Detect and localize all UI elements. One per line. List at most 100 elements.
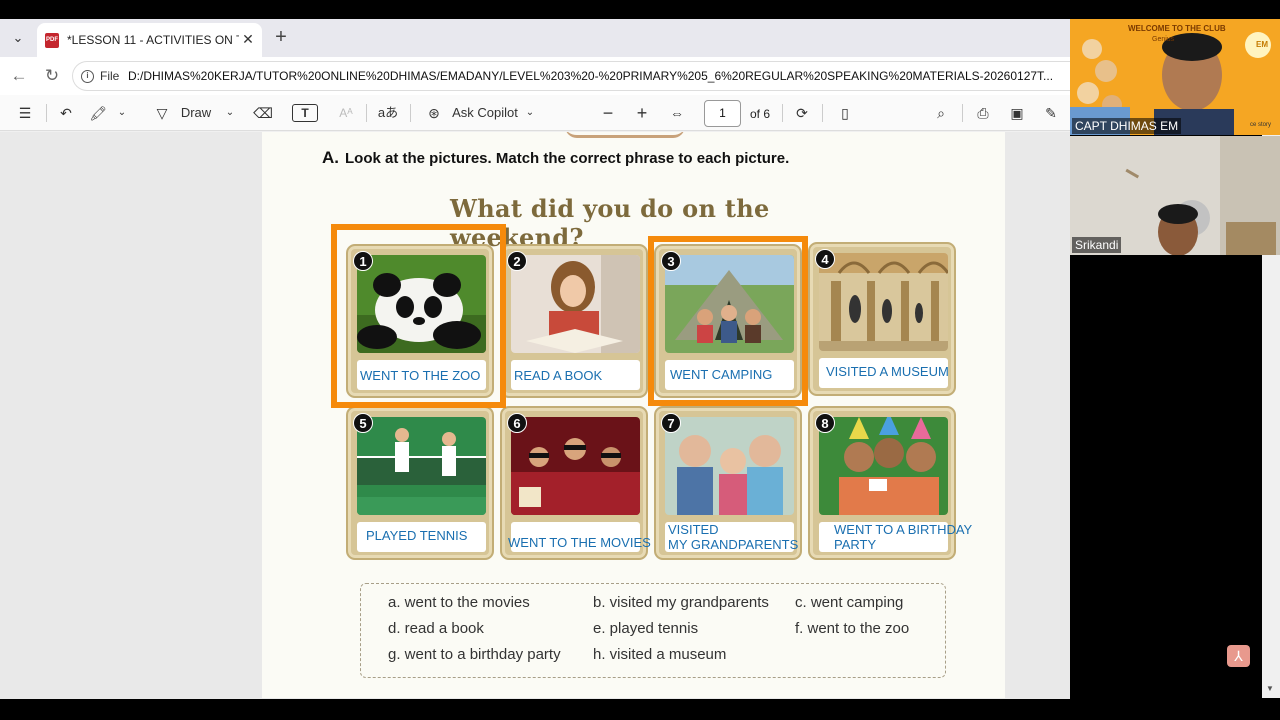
info-icon[interactable]: i — [81, 70, 94, 83]
tab-pdf[interactable]: PDF *LESSON 11 - ACTIVITIES ON THE ✕ — [37, 23, 262, 57]
divider — [46, 104, 47, 122]
instruction: A. Look at the pictures. Match the correc… — [322, 148, 789, 168]
tennis-photo — [357, 417, 486, 515]
scroll-down-arrow-icon[interactable]: ▼ — [1266, 684, 1274, 693]
url-field[interactable]: i File D:/DHIMAS%20KERJA/TUTOR%20ONLINE%… — [72, 61, 1070, 91]
banner-corner-text: ce story — [1250, 122, 1272, 128]
card-label: WENT TO A BIRTHDAY PARTY — [834, 522, 972, 552]
option-a: a. went to the movies — [388, 594, 530, 611]
picture-card-4: 4 VISITED A MUSEUM — [808, 242, 956, 396]
card-label: PLAYED TENNIS — [366, 528, 468, 543]
picture-card-7: 7 VISITED MY GRANDPARENTS — [654, 406, 802, 560]
banner-logo: EM — [1256, 40, 1268, 49]
screen: ⌄ PDF *LESSON 11 - ACTIVITIES ON THE ✕ +… — [0, 0, 1280, 720]
card-label: READ A BOOK — [514, 368, 603, 383]
highlight-dropdown-icon[interactable]: ⌄ — [114, 103, 130, 123]
option-d: d. read a book — [388, 620, 484, 637]
picture-card-2: 2 READ A BOOK — [500, 244, 648, 398]
fit-page-icon[interactable]: ⇔ — [666, 103, 688, 123]
card-number: 6 — [507, 413, 527, 433]
grandparents-photo — [665, 417, 794, 515]
highlight-box-card-1[interactable] — [331, 224, 506, 408]
card-label-line1: WENT TO A BIRTHDAY — [834, 522, 973, 537]
banner-subtext: Genius — [1152, 36, 1175, 43]
picture-card-6: 6 WENT TO THE MOVIES — [500, 406, 651, 560]
card-number: 7 — [661, 413, 681, 433]
copilot-icon[interactable]: ⊛ — [422, 103, 446, 123]
option-h: h. visited a museum — [593, 646, 727, 663]
banner-text: WELCOME TO THE CLUB — [1128, 24, 1226, 33]
tab-list-chevron-icon[interactable]: ⌄ — [8, 28, 28, 48]
ask-copilot-label[interactable]: Ask Copilot — [449, 103, 521, 123]
picture-card-5: 5 PLAYED TENNIS — [346, 406, 494, 560]
save-as-icon[interactable]: ✎ — [1040, 103, 1062, 123]
video-tile-student: Srikandi — [1070, 136, 1280, 255]
copilot-dropdown-icon[interactable]: ⌄ — [522, 103, 538, 123]
option-f: f. went to the zoo — [795, 620, 910, 637]
zoom-in-icon[interactable]: + — [632, 103, 652, 123]
new-tab-icon[interactable]: + — [271, 27, 291, 47]
divider — [410, 104, 411, 122]
highlight-pen-icon[interactable]: 🖍 — [88, 103, 108, 123]
tab-title: *LESSON 11 - ACTIVITIES ON THE — [67, 33, 239, 47]
address-bar: ← ↻ i File D:/DHIMAS%20KERJA/TUTOR%20ONL… — [0, 57, 1070, 95]
card-number: 5 — [353, 413, 373, 433]
divider — [822, 104, 823, 122]
url-text: D:/DHIMAS%20KERJA/TUTOR%20ONLINE%20DHIMA… — [128, 69, 1054, 83]
draw-icon[interactable]: ▽ — [150, 103, 174, 123]
acrobat-icon[interactable]: ⅄ — [1227, 645, 1250, 667]
card-number: 4 — [815, 249, 835, 269]
save-icon[interactable]: ▣ — [1006, 103, 1028, 123]
divider — [782, 104, 783, 122]
rotate-icon[interactable]: ⟳ — [792, 103, 812, 123]
card-label-line2: MY GRANDPARENTS — [668, 537, 799, 552]
zoom-out-icon[interactable]: − — [598, 103, 618, 123]
instruction-letter: A. — [322, 148, 339, 167]
tab-strip: ⌄ PDF *LESSON 11 - ACTIVITIES ON THE ✕ + — [0, 19, 1070, 57]
search-icon[interactable]: ⌕ — [930, 103, 952, 123]
movie-theater-photo — [511, 417, 640, 515]
read-aloud-icon[interactable]: aあ — [376, 103, 400, 123]
museum-photo — [819, 253, 948, 351]
option-b: b. visited my grandparents — [593, 594, 769, 611]
card-label: VISITED A MUSEUM — [826, 364, 949, 379]
instruction-text: Look at the pictures. Match the correct … — [345, 150, 790, 167]
answer-options: a. went to the movies b. visited my gran… — [360, 583, 946, 678]
participant-name: Srikandi — [1072, 237, 1122, 253]
text-format-icon: Aᴬ — [339, 106, 353, 120]
draw-label[interactable]: Draw — [178, 103, 214, 123]
option-g: g. went to a birthday party — [388, 646, 561, 663]
close-tab-icon[interactable]: ✕ — [240, 30, 256, 48]
divider — [962, 104, 963, 122]
eraser-icon[interactable]: ⌫ — [252, 103, 274, 123]
draw-dropdown-icon[interactable]: ⌄ — [222, 103, 238, 123]
page-view-icon[interactable]: ▯ — [834, 103, 856, 123]
scheme-label: File — [100, 69, 120, 83]
card-label-line2: PARTY — [834, 537, 877, 552]
text-tool-icon[interactable]: T — [292, 104, 318, 122]
pdf-file-icon: PDF — [45, 33, 59, 48]
picture-card-8: 8 WENT TO A BIRTHDAY PARTY — [808, 406, 972, 560]
option-c: c. went camping — [795, 594, 904, 611]
video-tile-host: WELCOME TO THE CLUB Genius EM ce story C… — [1070, 19, 1280, 135]
card-label-line1: VISITED — [668, 522, 719, 537]
birthday-party-photo — [819, 417, 948, 515]
pdf-toolbar: ☰ ↶ 🖍 ⌄ ▽ Draw ⌄ ⌫ T Aᴬ aあ ⊛ Ask Copilot… — [0, 95, 1070, 131]
divider — [366, 104, 367, 122]
card-number: 2 — [507, 251, 527, 271]
back-arrow-icon[interactable]: ← — [9, 66, 29, 86]
option-e: e. played tennis — [593, 620, 699, 637]
girl-reading-photo — [511, 255, 640, 353]
page-count: of 6 — [750, 107, 771, 121]
undo-icon[interactable]: ↶ — [56, 103, 76, 123]
card-label: VISITED MY GRANDPARENTS — [668, 522, 798, 552]
print-icon[interactable]: ⎙ — [972, 103, 994, 123]
pdf-page: A. Look at the pictures. Match the correc… — [262, 132, 1005, 698]
refresh-icon[interactable]: ↻ — [42, 66, 62, 86]
contents-list-icon[interactable]: ☰ — [14, 103, 36, 123]
highlight-box-card-3[interactable] — [648, 236, 808, 406]
card-number: 8 — [815, 413, 835, 433]
page-number-input[interactable]: 1 — [704, 100, 741, 127]
card-label: WENT TO THE MOVIES — [508, 535, 651, 550]
decorative-ornament — [565, 132, 685, 138]
